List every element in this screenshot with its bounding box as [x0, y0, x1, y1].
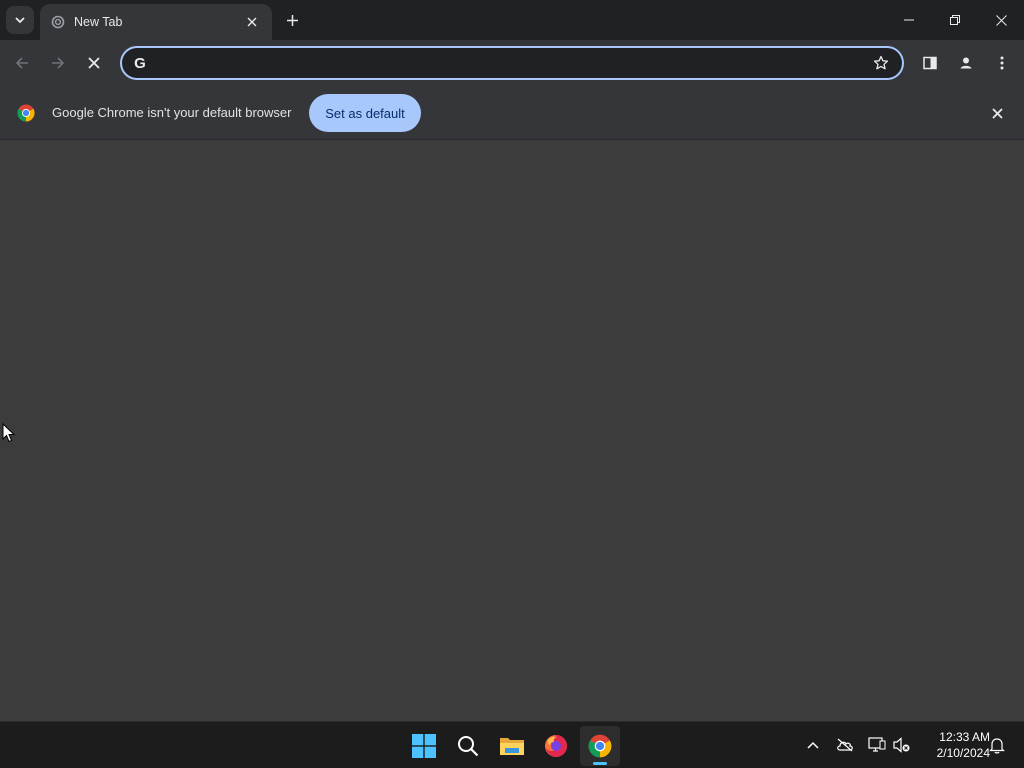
chrome-logo-icon: [17, 104, 35, 122]
star-icon: [873, 55, 889, 70]
start-button[interactable]: [404, 726, 444, 766]
volume-button[interactable]: [891, 734, 913, 756]
side-panel-icon: [923, 56, 937, 70]
search-icon: [458, 736, 479, 757]
chevron-up-icon: [807, 741, 819, 749]
new-tab-button[interactable]: [280, 8, 304, 32]
stop-loading-button[interactable]: [79, 48, 109, 78]
forward-button[interactable]: [43, 48, 73, 78]
folder-icon: [500, 738, 524, 755]
restore-button[interactable]: [932, 0, 978, 40]
windows-logo-icon: [412, 734, 436, 758]
volume-muted-icon: [893, 737, 910, 753]
show-hidden-icons-button[interactable]: [802, 734, 824, 756]
address-input[interactable]: [156, 55, 870, 71]
arrow-right-icon: [52, 57, 65, 69]
close-window-button[interactable]: [978, 0, 1024, 40]
tab-title: New Tab: [74, 15, 123, 29]
tab-strip: New Tab: [0, 0, 1024, 40]
page-content: [0, 141, 1024, 721]
restore-icon: [950, 15, 960, 25]
minimize-icon: [904, 19, 914, 21]
bookmark-star-button[interactable]: [870, 52, 892, 74]
cloud-offline-icon: [837, 738, 853, 752]
close-icon: [995, 14, 1007, 26]
side-panel-button[interactable]: [915, 48, 945, 78]
onedrive-button[interactable]: [834, 734, 856, 756]
taskbar: 12:33 AM 2/10/2024: [0, 721, 1024, 768]
set-as-default-button[interactable]: Set as default: [309, 94, 421, 132]
browser-toolbar: G: [0, 40, 1024, 86]
chrome-logo-icon: [588, 734, 612, 758]
bell-icon: [989, 738, 1005, 754]
notifications-button[interactable]: [986, 734, 1008, 756]
search-button[interactable]: [448, 726, 488, 766]
close-icon: [88, 57, 100, 69]
arrow-left-icon: [15, 57, 28, 69]
default-browser-infobar: Google Chrome isn't your default browser…: [0, 86, 1024, 140]
system-clock[interactable]: 12:33 AM 2/10/2024: [918, 729, 990, 761]
chevron-down-icon: [15, 17, 25, 24]
active-app-indicator: [593, 762, 607, 765]
tab-search-button[interactable]: [6, 6, 34, 34]
mouse-cursor-icon: [2, 423, 16, 443]
chrome-button[interactable]: [580, 726, 620, 766]
menu-button[interactable]: [987, 48, 1017, 78]
tab-new-tab[interactable]: New Tab: [40, 4, 272, 40]
network-button[interactable]: [866, 734, 888, 756]
file-explorer-button[interactable]: [492, 726, 532, 766]
loading-spinner-icon: [50, 14, 66, 30]
infobar-message: Google Chrome isn't your default browser: [52, 105, 292, 120]
plus-icon: [286, 14, 298, 26]
firefox-button[interactable]: [536, 726, 576, 766]
minimize-button[interactable]: [886, 0, 932, 40]
close-icon: [247, 17, 257, 27]
more-vertical-icon: [1000, 56, 1004, 70]
back-button[interactable]: [7, 48, 37, 78]
avatar-icon: [957, 54, 975, 72]
address-bar[interactable]: G: [120, 46, 904, 80]
firefox-icon: [545, 735, 567, 757]
clock-time: 12:33 AM: [939, 730, 990, 744]
network-icon: [868, 737, 886, 752]
profile-button[interactable]: [951, 48, 981, 78]
clock-date: 2/10/2024: [936, 746, 990, 760]
tab-close-button[interactable]: [242, 12, 262, 32]
infobar-close-button[interactable]: [986, 102, 1008, 124]
google-g-icon: G: [134, 54, 146, 72]
close-icon: [991, 107, 1003, 119]
